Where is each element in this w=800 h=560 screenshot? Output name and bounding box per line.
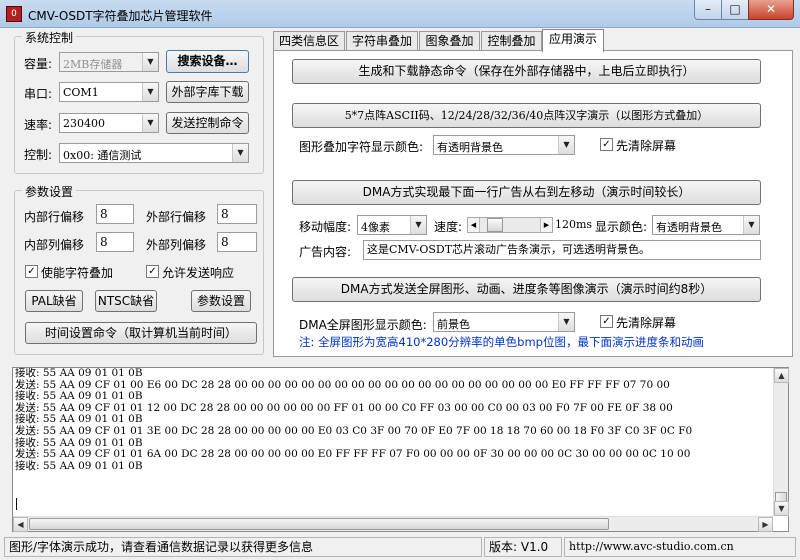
- display-color-select[interactable]: 有透明背景色 ▼: [652, 215, 760, 235]
- clear-screen-label-2: 先清除屏幕: [616, 316, 677, 330]
- enable-overlay-checkbox[interactable]: ✓: [25, 265, 38, 278]
- scroll-thumb[interactable]: [29, 518, 609, 530]
- inner-row-input[interactable]: 8: [96, 204, 134, 224]
- scroll-down-icon[interactable]: ▼: [774, 501, 789, 516]
- capacity-select: 2MB存储器 ▼: [59, 52, 159, 72]
- clear-screen-checkbox-2[interactable]: ✓: [600, 315, 613, 328]
- pal-default-button[interactable]: PAL缺省: [25, 290, 83, 312]
- capacity-label: 容量:: [24, 57, 53, 71]
- clear-screen-label-1: 先清除屏幕: [616, 139, 677, 153]
- dot-matrix-demo-button[interactable]: 5*7点阵ASCII码、12/24/28/32/36/40点阵汉字演示（以图形方…: [292, 103, 761, 128]
- chevron-down-icon: ▼: [142, 53, 158, 71]
- outer-col-label: 外部列偏移: [146, 238, 207, 252]
- capacity-value: 2MB存储器: [63, 58, 123, 71]
- title-bar: O CMV-OSDT字符叠加芯片管理软件 – □ ✕: [0, 0, 800, 28]
- log-line: 发送: 55 AA 09 CF 01 01 6A 00 DC 28 28 00 …: [15, 448, 691, 461]
- port-label: 串口:: [24, 87, 53, 101]
- slider-thumb[interactable]: [487, 218, 503, 232]
- outer-row-input[interactable]: 8: [217, 204, 257, 224]
- port-select[interactable]: COM1 ▼: [59, 82, 159, 102]
- chevron-down-icon: ▼: [142, 114, 158, 132]
- minimize-button[interactable]: –: [694, 0, 722, 20]
- scroll-left-icon[interactable]: ◀: [13, 517, 28, 532]
- send-control-button[interactable]: 发送控制命令: [166, 112, 249, 134]
- graphic-color-label: 图形叠加字符显示颜色:: [299, 140, 424, 154]
- inner-col-label: 内部列偏移: [24, 238, 85, 252]
- system-control-title: 系统控制: [22, 29, 77, 46]
- inner-col-input[interactable]: 8: [96, 232, 134, 252]
- speed-value: 120ms: [555, 218, 593, 231]
- chevron-down-icon: ▼: [743, 216, 759, 234]
- status-version: 版本: V1.0: [484, 537, 562, 557]
- dma-fullscreen-button[interactable]: DMA方式发送全屏图形、动画、进度条等图像演示（演示时间约8秒）: [292, 277, 761, 302]
- inner-row-label: 内部行偏移: [24, 210, 85, 224]
- chevron-down-icon: ▼: [558, 136, 574, 154]
- scroll-left-icon[interactable]: ◀: [468, 218, 480, 232]
- ad-content-input[interactable]: 这是CMV-OSDT芯片滚动广告条演示，可选透明背景色。: [363, 240, 761, 260]
- param-set-button[interactable]: 参数设置: [191, 290, 251, 312]
- chevron-down-icon: ▼: [232, 144, 248, 162]
- speed-slider[interactable]: ◀ ▶: [467, 217, 553, 233]
- app-icon: O: [6, 6, 22, 22]
- log-line: 发送: 55 AA 09 CF 01 01 3E 00 DC 28 28 00 …: [15, 424, 693, 437]
- dma-scroll-ad-button[interactable]: DMA方式实现最下面一行广告从右到左移动（演示时间较长）: [292, 180, 761, 205]
- window-title: CMV-OSDT字符叠加芯片管理软件: [28, 9, 213, 23]
- log-vertical-scrollbar[interactable]: ▲ ▼: [773, 368, 789, 516]
- search-device-button[interactable]: 搜索设备…: [166, 50, 249, 73]
- baud-label: 速率:: [24, 118, 53, 132]
- graphic-color-value: 有透明背景色: [437, 141, 503, 154]
- ad-content-label: 广告内容:: [299, 245, 352, 259]
- chevron-down-icon: ▼: [142, 83, 158, 101]
- ntsc-default-button[interactable]: NTSC缺省: [95, 290, 157, 312]
- speed-label: 速度:: [434, 220, 463, 234]
- baud-select[interactable]: 230400 ▼: [59, 113, 159, 133]
- tab-info-area[interactable]: 四类信息区: [273, 31, 345, 51]
- control-value: 0x00: 通信测试: [63, 149, 142, 162]
- log-line: 接收: 55 AA 09 01 01 0B: [15, 459, 143, 472]
- clear-screen-checkbox-1[interactable]: ✓: [600, 138, 613, 151]
- scroll-right-icon[interactable]: ▶: [540, 218, 552, 232]
- dma-color-select[interactable]: 前景色 ▼: [433, 312, 575, 332]
- chevron-down-icon: ▼: [558, 313, 574, 331]
- params-title: 参数设置: [22, 183, 77, 200]
- tab-string-overlay[interactable]: 字符串叠加: [346, 31, 418, 51]
- gen-static-command-button[interactable]: 生成和下载静态命令（保存在外部存储器中，上电后立即执行）: [292, 59, 761, 84]
- chevron-down-icon: ▼: [410, 216, 426, 234]
- close-button[interactable]: ✕: [748, 0, 794, 20]
- graphic-color-select[interactable]: 有透明背景色 ▼: [433, 135, 575, 155]
- display-color-value: 有透明背景色: [656, 221, 722, 234]
- control-select[interactable]: 0x00: 通信测试 ▼: [59, 143, 249, 163]
- allow-response-label: 允许发送响应: [162, 266, 235, 280]
- baud-value: 230400: [63, 117, 105, 130]
- scroll-right-icon[interactable]: ▶: [758, 517, 773, 532]
- scroll-up-icon[interactable]: ▲: [774, 368, 789, 383]
- log-horizontal-scrollbar[interactable]: ◀ ▶: [13, 516, 773, 532]
- outer-col-input[interactable]: 8: [217, 232, 257, 252]
- display-color-label: 显示颜色:: [595, 220, 648, 234]
- fullscreen-note: 注: 全屏图形为宽高410*280分辨率的单色bmp位图，最下面演示进度条和动画: [299, 335, 704, 349]
- text-cursor: [16, 498, 17, 510]
- dma-color-label: DMA全屏图形显示颜色:: [299, 318, 427, 332]
- tab-image-overlay[interactable]: 图象叠加: [419, 31, 480, 51]
- status-url[interactable]: http://www.avc-studio.com.cn: [564, 537, 796, 557]
- dma-color-value: 前景色: [437, 318, 470, 331]
- time-set-button[interactable]: 时间设置命令（取计算机当前时间）: [25, 322, 257, 344]
- enable-overlay-label: 使能字符叠加: [41, 266, 114, 280]
- status-message: 图形/字体演示成功，请查看通信数据记录以获得更多信息: [4, 537, 482, 557]
- tab-app-demo[interactable]: 应用演示: [542, 29, 604, 52]
- port-value: COM1: [63, 86, 99, 99]
- allow-response-checkbox[interactable]: ✓: [146, 265, 159, 278]
- control-label: 控制:: [24, 148, 53, 162]
- comm-log[interactable]: 接收: 55 AA 09 01 01 0B 发送: 55 AA 09 CF 01…: [12, 367, 789, 532]
- log-line: 接收: 55 AA 09 01 01 0B: [15, 367, 143, 379]
- move-amplitude-select[interactable]: 4像素 ▼: [357, 215, 427, 235]
- tab-control-overlay[interactable]: 控制叠加: [481, 31, 542, 51]
- move-amplitude-label: 移动幅度:: [299, 220, 352, 234]
- outer-row-label: 外部行偏移: [146, 210, 207, 224]
- maximize-button[interactable]: □: [721, 0, 749, 20]
- move-amplitude-value: 4像素: [361, 221, 390, 234]
- font-download-button[interactable]: 外部字库下载: [166, 81, 249, 103]
